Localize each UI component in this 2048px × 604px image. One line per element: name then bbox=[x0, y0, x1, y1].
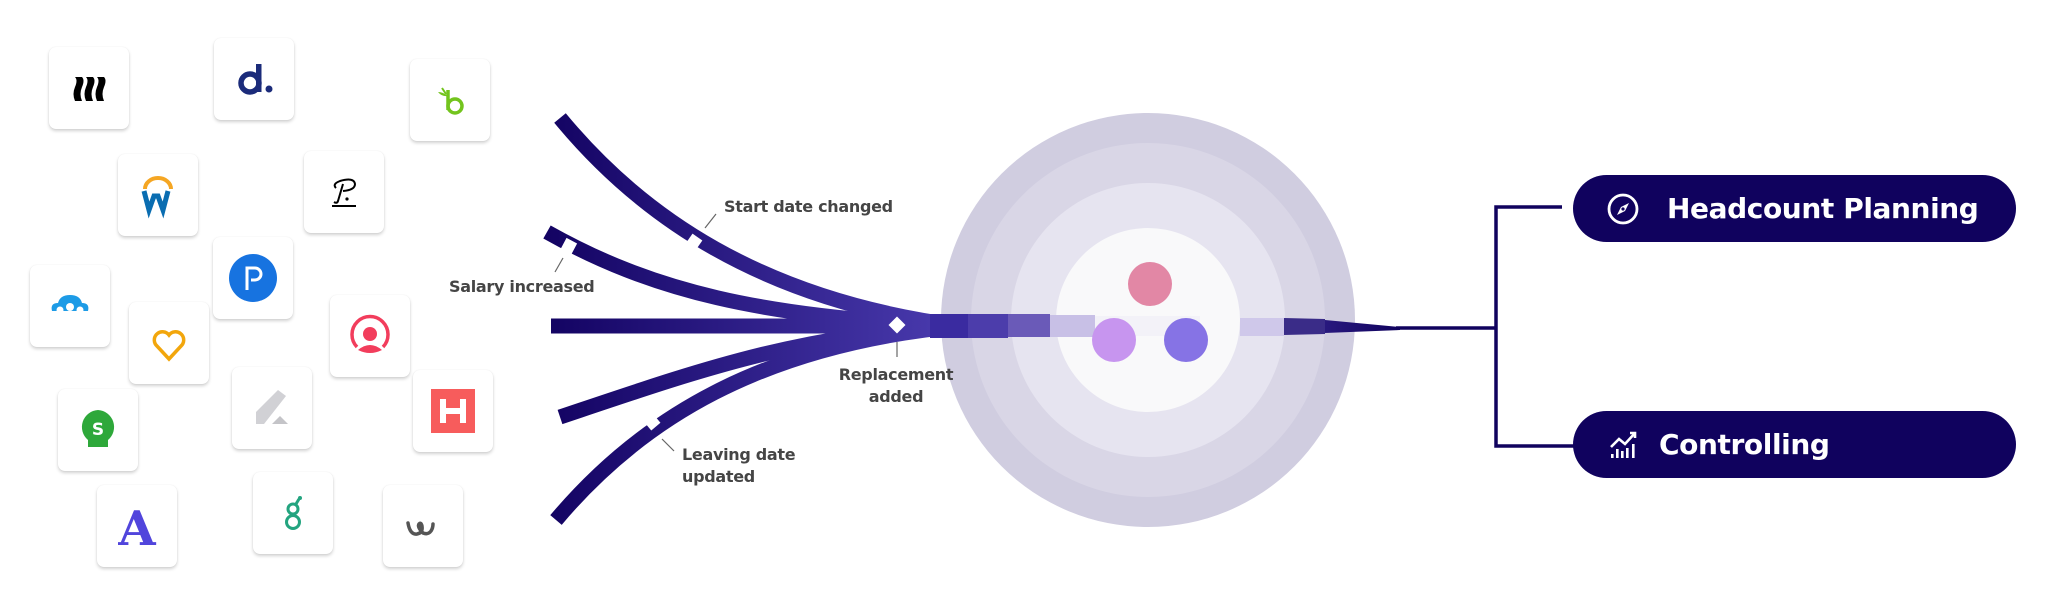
lead-salary bbox=[554, 257, 564, 273]
a-serif-logo-icon: A bbox=[117, 501, 156, 556]
output-controlling-label: Controlling bbox=[1659, 428, 1830, 461]
chart-growth-icon bbox=[1610, 431, 1637, 458]
person-circle-logo-icon bbox=[350, 314, 390, 353]
integration-tile-workable bbox=[383, 485, 463, 567]
cloud-people-logo-icon bbox=[51, 295, 89, 318]
integration-tile-pencil-a bbox=[232, 367, 312, 449]
deel-logo-icon bbox=[238, 64, 273, 95]
s-bulb-logo-icon: S bbox=[81, 410, 115, 447]
bamboohr-logo-icon bbox=[438, 87, 464, 115]
event-label-leaving-line2: updated bbox=[682, 467, 755, 486]
integration-tile-workday bbox=[118, 154, 198, 236]
integration-tile-person-circle bbox=[330, 295, 410, 377]
paylocity-logo-icon bbox=[229, 254, 277, 302]
integration-tile-greenhouse bbox=[253, 472, 333, 554]
lead-start-date bbox=[704, 213, 717, 229]
lead-leaving bbox=[661, 438, 675, 452]
integration-tile-bamboohr bbox=[410, 59, 490, 141]
event-label-salary: Salary increased bbox=[449, 277, 595, 296]
output-headcount-planning[interactable]: Headcount Planning bbox=[1573, 175, 2016, 242]
event-label-start-date: Start date changed bbox=[724, 197, 893, 216]
output-controlling[interactable]: Controlling bbox=[1573, 411, 2016, 478]
pencil-a-logo-icon bbox=[256, 390, 288, 424]
integration-tile-deel bbox=[214, 38, 294, 120]
event-label-replacement: Replacement added bbox=[836, 364, 956, 408]
integration-tile-personio bbox=[304, 151, 384, 233]
integration-tile-heart bbox=[129, 302, 209, 384]
integration-tile-hibob bbox=[413, 370, 493, 452]
hub-dot-lilac bbox=[1092, 318, 1136, 362]
output-bracket bbox=[1396, 205, 1575, 448]
greenhouse-logo-icon bbox=[285, 496, 302, 530]
h-logo-icon bbox=[431, 389, 475, 433]
flow-line-start-date bbox=[554, 113, 961, 334]
integration-tile-s-bulb: S bbox=[58, 389, 138, 471]
event-label-leaving: Leaving date updated bbox=[682, 444, 796, 488]
hub-dot-pink bbox=[1128, 262, 1172, 306]
personio-logo-icon bbox=[332, 178, 357, 207]
svg-text:S: S bbox=[92, 420, 104, 440]
integration-tile-cloud-people bbox=[30, 265, 110, 347]
heart-logo-icon bbox=[152, 330, 186, 362]
compass-icon bbox=[1607, 193, 1639, 224]
svg-text:A: A bbox=[117, 501, 156, 556]
integration-tile-rippling bbox=[49, 47, 129, 129]
event-label-leaving-line1: Leaving date bbox=[682, 445, 796, 464]
output-headcount-planning-label: Headcount Planning bbox=[1667, 192, 1979, 225]
event-label-replacement-line1: Replacement bbox=[838, 365, 954, 384]
workday-logo-icon bbox=[141, 176, 173, 219]
integration-tile-paylocity bbox=[213, 237, 293, 319]
event-label-replacement-line2: added bbox=[868, 387, 924, 406]
w-swirl-logo-icon bbox=[406, 521, 435, 536]
hub-dot-violet bbox=[1164, 318, 1208, 362]
integration-tile-a-serif: A bbox=[97, 485, 177, 567]
rippling-logo-icon bbox=[73, 77, 106, 101]
